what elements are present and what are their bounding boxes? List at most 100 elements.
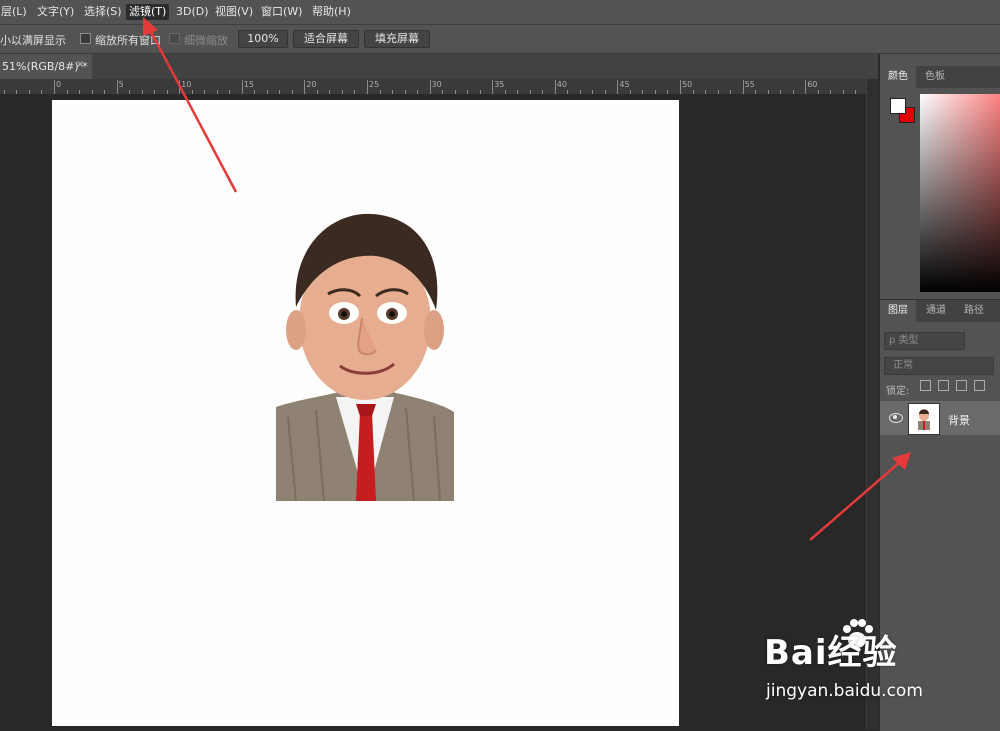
menu-help[interactable]: 帮助(H) (309, 4, 354, 20)
menu-filter[interactable]: 滤镜(T) (126, 4, 170, 20)
ruler-tick (417, 90, 419, 94)
ruler-tick (680, 80, 681, 94)
menu-type[interactable]: 文字(Y) (34, 4, 77, 20)
ruler-tick (492, 80, 494, 94)
ruler-tick (154, 90, 156, 94)
zoom-all-label: 缩放所有窗口 (95, 34, 161, 47)
menu-view[interactable]: 视图(V) (212, 4, 256, 20)
tab-swatches[interactable]: 色板 (918, 66, 952, 88)
layer-filter-input[interactable]: ρ 类型 (884, 332, 965, 350)
resize-windows-label[interactable]: 小以满屏显示 (0, 32, 66, 48)
menu-layer[interactable]: 层(L) (0, 4, 30, 20)
ruler-tick (629, 90, 631, 94)
lock-paint-icon[interactable] (938, 380, 949, 391)
close-icon[interactable]: × (76, 59, 84, 70)
ruler-tick (204, 90, 206, 94)
ruler-tick (830, 90, 832, 94)
ruler-tick (579, 90, 581, 94)
ruler-tick (266, 90, 268, 94)
ruler-tick (341, 90, 343, 94)
tab-layers[interactable]: 图层 (880, 300, 916, 322)
ruler-tick (817, 90, 819, 94)
layers-panel-tabs: 图层 通道 路径 (880, 300, 1000, 322)
zoom-all-checkbox[interactable] (80, 33, 91, 44)
ruler-tick (216, 90, 218, 94)
ruler-label: 5 (118, 80, 124, 89)
ruler-tick (429, 80, 431, 94)
ruler-tick (304, 80, 306, 94)
layer-name: 背景 (948, 414, 970, 427)
ruler-tick (404, 90, 406, 94)
ruler-tick (654, 90, 656, 94)
ruler-tick (454, 90, 456, 94)
scrubby-zoom-label: 细微缩放 (184, 34, 228, 47)
ruler-tick (279, 90, 281, 94)
ruler-tick (79, 90, 81, 94)
foreground-color-swatch[interactable] (890, 98, 906, 114)
ruler-tick (41, 90, 43, 94)
lock-artboard-icon[interactable] (974, 380, 985, 391)
ruler-label: 0 (56, 80, 62, 89)
blend-mode-select[interactable]: 正常 (884, 357, 994, 375)
ruler-tick (479, 90, 481, 94)
ruler-tick (229, 90, 231, 94)
layer-row-background[interactable]: 背景 (880, 401, 1000, 435)
ruler-tick (116, 80, 118, 94)
ruler-label: 60 (807, 80, 818, 89)
fit-screen-button[interactable]: 适合屏幕 (293, 30, 359, 48)
ruler-label: 30 (431, 80, 442, 89)
lock-transparency-icon[interactable] (920, 380, 931, 391)
options-bar: 小以满屏显示 缩放所有窗口 细微缩放 100% 适合屏幕 填充屏幕 (0, 25, 1000, 54)
tab-color[interactable]: 颜色 (880, 66, 916, 88)
ruler-tick (392, 90, 394, 94)
ruler-tick (567, 90, 569, 94)
ruler-tick (367, 80, 368, 94)
ruler-tick (642, 90, 644, 94)
ruler-tick (705, 90, 707, 94)
lock-icons (920, 380, 992, 394)
ruler-label: 45 (619, 80, 630, 89)
document-tab[interactable]: 51%(RGB/8#) * × (0, 54, 92, 79)
ruler-tick (104, 90, 106, 94)
ruler-tick (241, 80, 243, 94)
ruler-tick (780, 90, 782, 94)
menu-select[interactable]: 选择(S) (81, 4, 125, 20)
ruler-tick (542, 90, 544, 94)
ruler-tick (191, 90, 193, 94)
ruler-tick (617, 80, 619, 94)
tab-channels[interactable]: 通道 (918, 300, 954, 322)
menu-3d[interactable]: 3D(D) (173, 4, 212, 20)
portrait-image (276, 213, 454, 501)
zoom-100-button[interactable]: 100% (238, 30, 288, 48)
fill-screen-button[interactable]: 填充屏幕 (364, 30, 430, 48)
ruler-tick (16, 90, 18, 94)
eye-icon[interactable] (889, 413, 903, 423)
ruler-tick (855, 90, 857, 94)
scrubby-zoom-checkbox[interactable] (169, 33, 180, 44)
ruler-tick (517, 90, 519, 94)
ruler-tick (66, 90, 68, 94)
baidu-watermark: Bai经验 jingyan.baidu.com (764, 619, 944, 715)
ruler-tick (592, 90, 594, 94)
ruler-tick (467, 90, 469, 94)
ruler-label: 50 (682, 80, 693, 89)
lock-label: 锁定: (886, 386, 910, 397)
ruler-tick (141, 90, 143, 94)
lock-position-icon[interactable] (956, 380, 967, 391)
ruler-tick (3, 90, 5, 94)
ruler-tick (179, 80, 181, 94)
menu-window[interactable]: 窗口(W) (258, 4, 305, 20)
ruler-label: 20 (306, 80, 317, 89)
ruler-tick (316, 90, 318, 94)
color-picker-field[interactable] (920, 94, 1000, 292)
horizontal-ruler[interactable]: 0 5 10 15 20 25 30 35 40 45 50 55 60 (0, 79, 866, 95)
ruler-tick (329, 90, 331, 94)
ruler-tick (805, 80, 807, 94)
ruler-label: 10 (181, 80, 192, 89)
tab-paths[interactable]: 路径 (956, 300, 992, 322)
ruler-tick (554, 80, 556, 94)
ruler-tick (755, 90, 757, 94)
ruler-tick (717, 90, 719, 94)
ruler-tick (28, 90, 30, 94)
ruler-tick (842, 90, 844, 94)
